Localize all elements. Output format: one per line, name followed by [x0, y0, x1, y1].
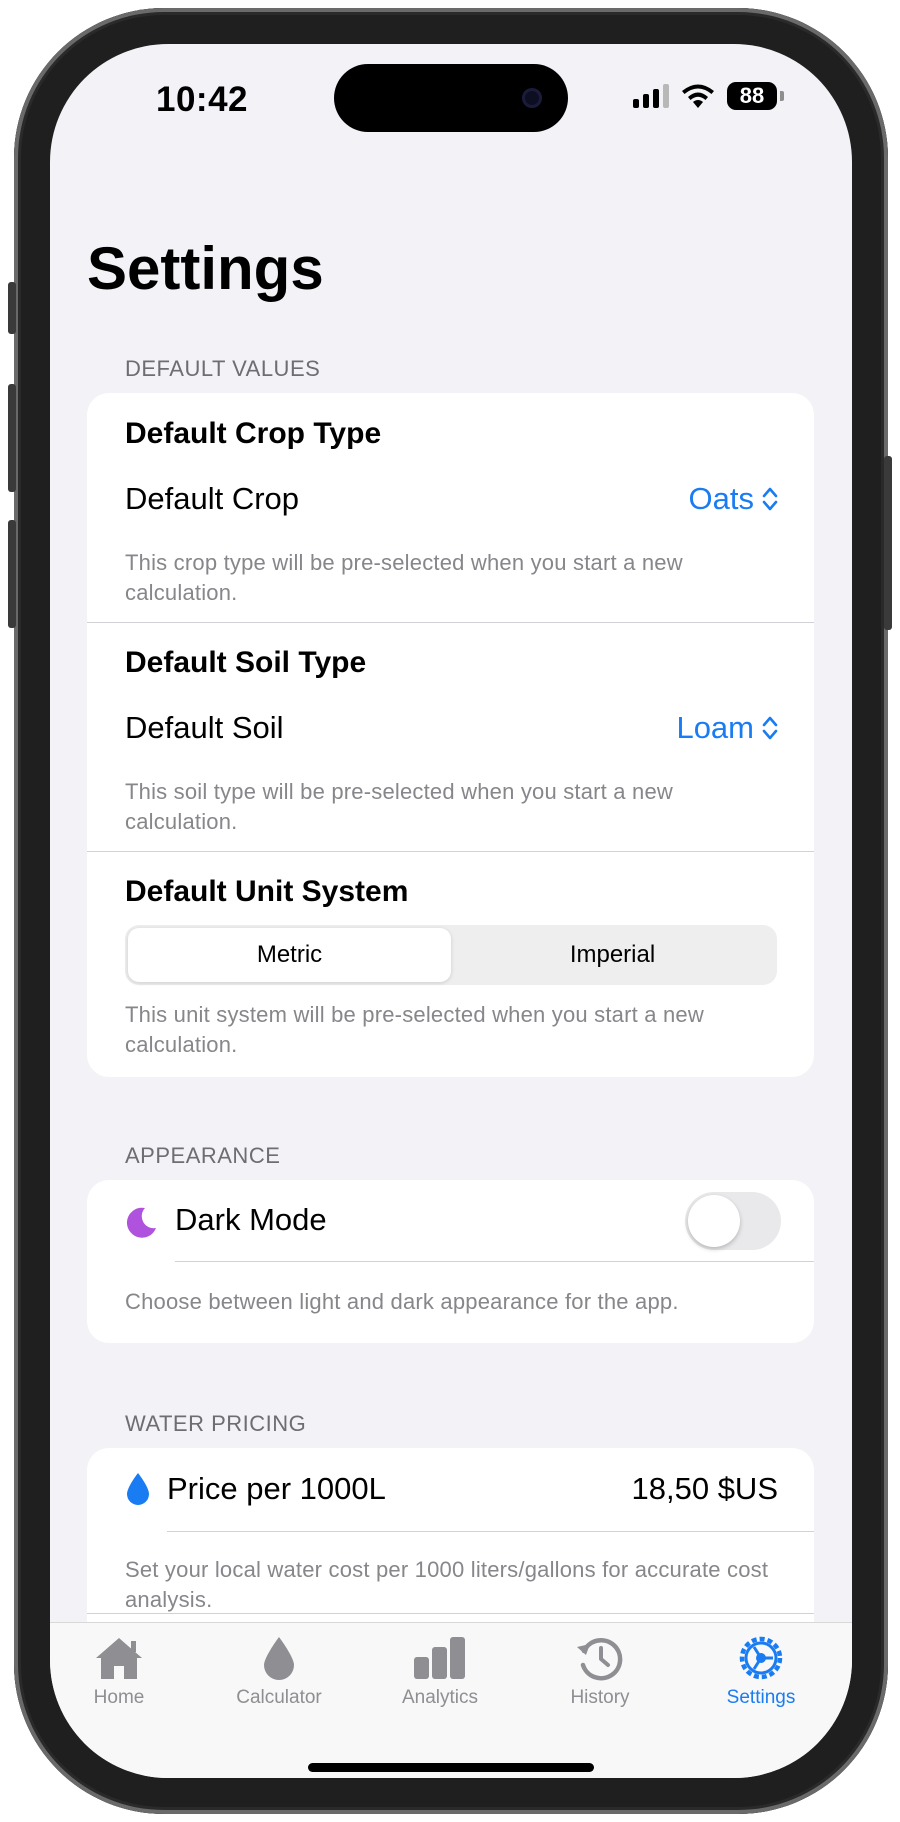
tab-history[interactable]: History — [520, 1635, 680, 1709]
default-crop-value: Oats — [688, 481, 754, 516]
default-soil-picker[interactable]: Loam — [676, 710, 778, 746]
soil-footnote: This soil type will be pre-selected when… — [125, 779, 674, 834]
divider — [87, 1613, 814, 1614]
units-footnote: This unit system will be pre-selected wh… — [125, 1002, 704, 1057]
battery-icon: 88 — [727, 82, 784, 110]
divider — [87, 622, 814, 623]
tab-settings[interactable]: Settings — [681, 1635, 841, 1709]
clock-history-icon — [577, 1638, 623, 1681]
appearance-footnote: Choose between light and dark appearance… — [125, 1289, 679, 1314]
tab-bar: Home Calculator Analytics History Settin… — [50, 1622, 852, 1778]
soil-group-title: Default Soil Type — [125, 646, 367, 679]
status-time: 10:42 — [156, 80, 249, 119]
action-button — [8, 282, 16, 334]
page-title: Settings — [87, 235, 324, 302]
pricing-footnote: Set your local water cost per 1000 liter… — [125, 1557, 769, 1612]
water-drop-icon — [127, 1473, 149, 1505]
segment-metric[interactable]: Metric — [128, 928, 451, 982]
tab-analytics[interactable]: Analytics — [360, 1635, 520, 1709]
tab-label: Analytics — [401, 1687, 479, 1708]
front-camera — [522, 88, 542, 108]
divider — [87, 851, 814, 852]
status-indicators: 88 — [633, 82, 784, 110]
battery-level: 88 — [727, 82, 777, 110]
divider — [167, 1531, 814, 1532]
wifi-icon — [682, 84, 714, 108]
default-values-card: Default Crop Type Default Crop Oats This… — [87, 393, 814, 1077]
tab-home[interactable]: Home — [50, 1635, 199, 1709]
units-group-title: Default Unit System — [125, 875, 409, 908]
gear-icon — [739, 1636, 783, 1680]
default-crop-label: Default Crop — [125, 481, 300, 516]
segment-imperial[interactable]: Imperial — [451, 928, 774, 982]
tab-label: Settings — [726, 1687, 796, 1708]
home-indicator[interactable] — [308, 1763, 594, 1772]
house-icon — [96, 1638, 142, 1679]
dynamic-island — [334, 64, 568, 132]
drop-icon — [264, 1637, 294, 1680]
toggle-knob — [688, 1195, 740, 1247]
chevron-up-down-icon — [762, 487, 778, 511]
dark-mode-label: Dark Mode — [175, 1202, 327, 1237]
tab-label: Calculator — [236, 1687, 322, 1708]
default-soil-value: Loam — [676, 710, 754, 745]
section-header-water-pricing: WATER PRICING — [125, 1411, 307, 1436]
divider — [175, 1261, 814, 1262]
unit-system-segmented-control[interactable]: Metric Imperial — [125, 925, 777, 985]
default-crop-picker[interactable]: Oats — [689, 481, 778, 517]
power-button — [884, 456, 892, 630]
moon-icon — [126, 1207, 156, 1238]
section-header-default-values: DEFAULT VALUES — [125, 356, 321, 381]
volume-up-button — [8, 384, 16, 492]
volume-down-button — [8, 520, 16, 628]
crop-footnote: This crop type will be pre-selected when… — [125, 550, 683, 605]
cellular-signal-icon — [633, 84, 669, 108]
tab-calculator[interactable]: Calculator — [199, 1635, 359, 1709]
tab-label: Home — [93, 1687, 145, 1708]
price-value[interactable]: 18,50 $US — [632, 1471, 779, 1507]
bar-chart-icon — [414, 1637, 465, 1679]
app-screen: 10:42 88 Settings DEFAULT VALUES Default… — [50, 44, 852, 1778]
dark-mode-toggle[interactable] — [685, 1192, 781, 1250]
appearance-card: Dark Mode Choose between light and dark … — [87, 1180, 814, 1343]
chevron-up-down-icon — [762, 716, 778, 740]
tab-label: History — [570, 1687, 630, 1708]
price-label: Price per 1000L — [167, 1471, 386, 1506]
section-header-appearance: APPEARANCE — [125, 1143, 281, 1168]
default-soil-label: Default Soil — [125, 710, 284, 745]
crop-group-title: Default Crop Type — [125, 417, 382, 450]
